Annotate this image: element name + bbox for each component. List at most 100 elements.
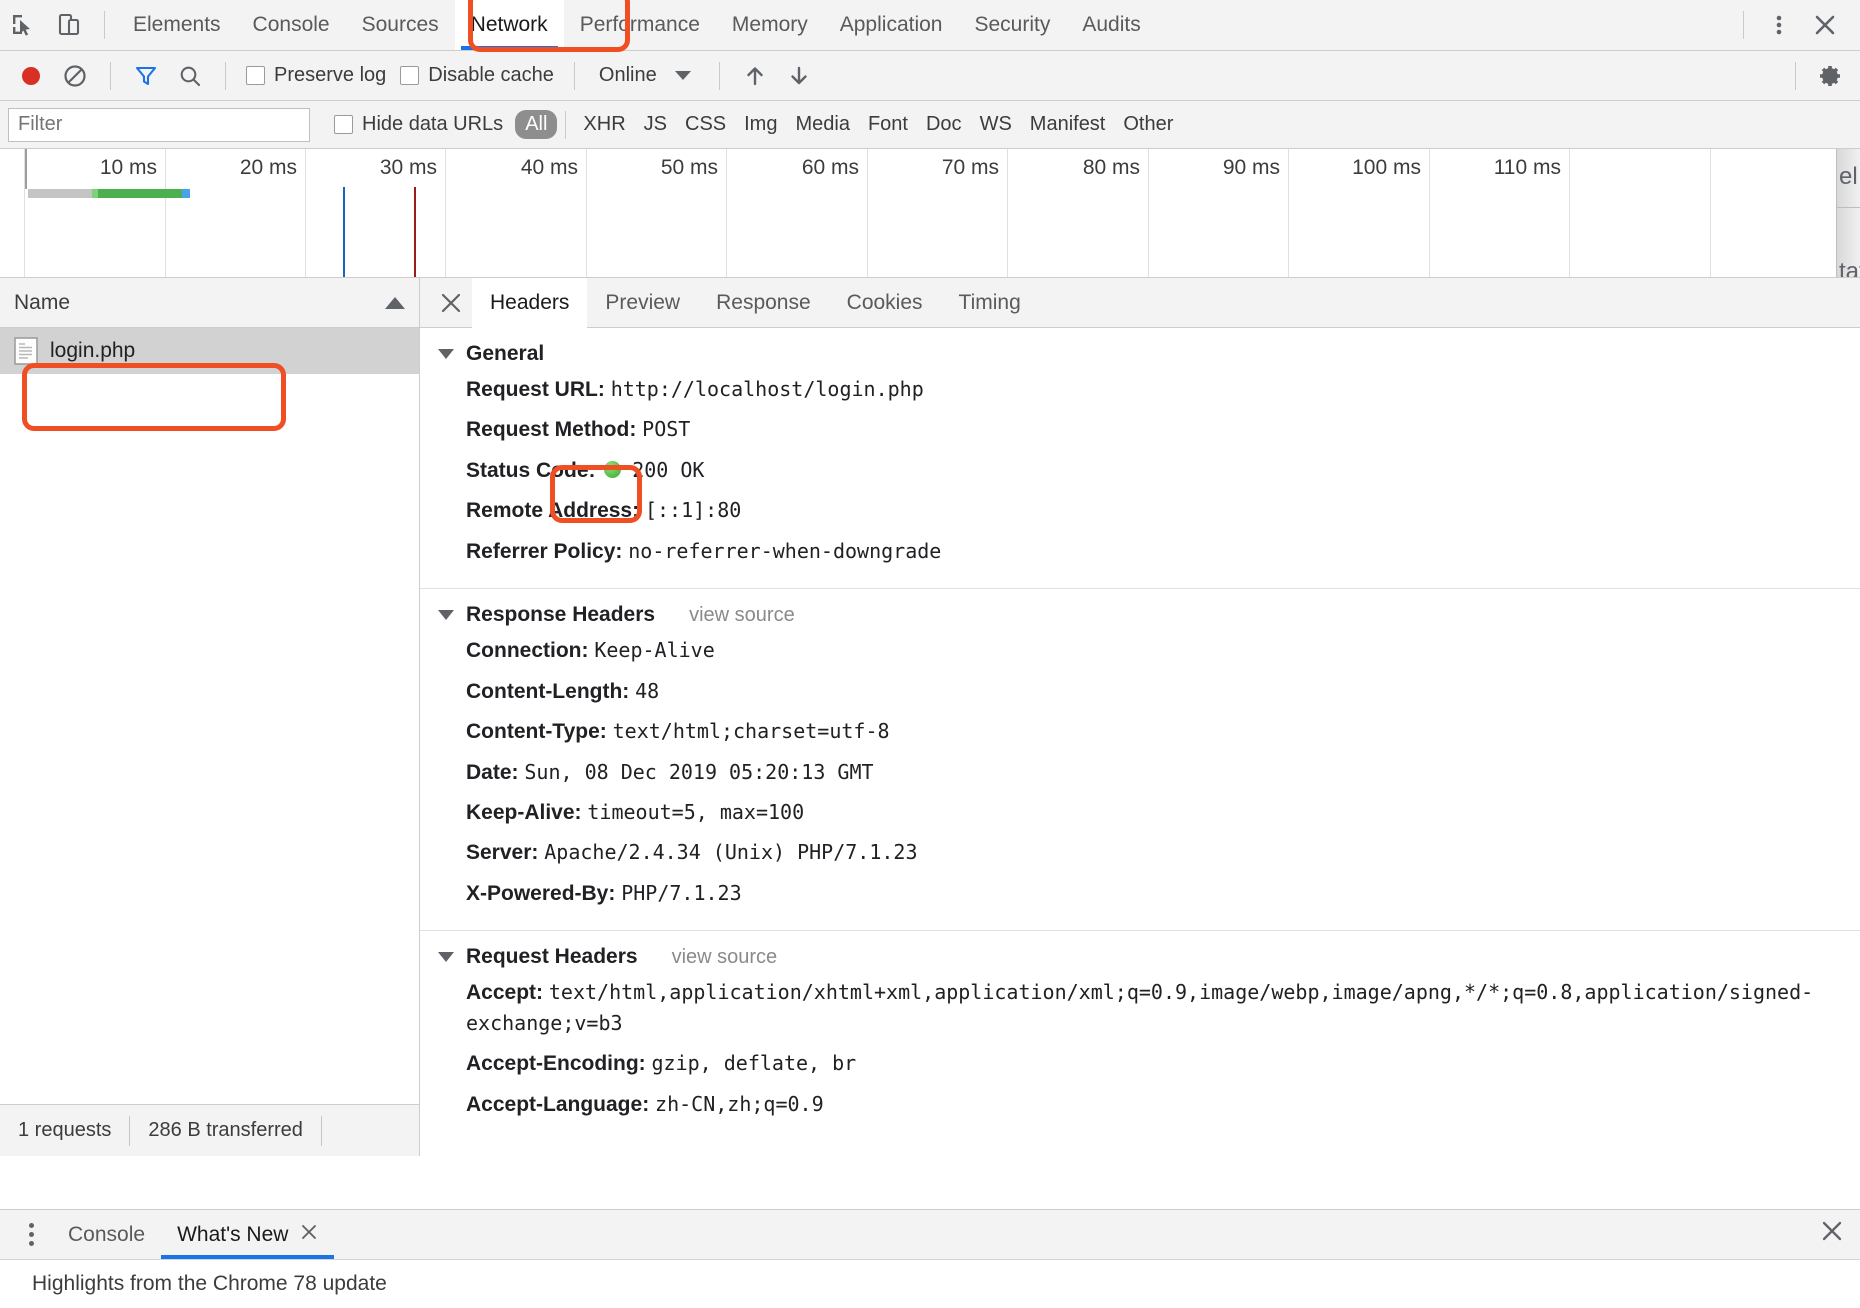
close-icon[interactable]	[1820, 1219, 1844, 1250]
header-value[interactable]: Keep-Alive	[594, 638, 714, 662]
checkbox-box	[246, 66, 265, 85]
filter-type-xhr[interactable]: XHR	[574, 111, 634, 138]
inspect-element-icon[interactable]	[0, 2, 46, 48]
close-icon[interactable]	[300, 1223, 318, 1247]
filter-type-all[interactable]: All	[515, 110, 558, 139]
section-request-headers: Request Headers view source Accept: text…	[420, 931, 1860, 1141]
tab-performance[interactable]: Performance	[564, 0, 716, 50]
filter-type-img[interactable]: Img	[735, 111, 786, 138]
more-vertical-icon[interactable]	[10, 1214, 52, 1256]
request-row-login-php[interactable]: login.php	[0, 328, 419, 374]
timeline-gridline	[726, 149, 727, 277]
timeline-tick-label: 80 ms	[1082, 156, 1140, 179]
header-value[interactable]: zh-CN,zh;q=0.9	[655, 1092, 824, 1116]
tab-security[interactable]: Security	[958, 0, 1066, 50]
requests-column-header[interactable]: Name	[0, 278, 419, 328]
filter-type-doc[interactable]: Doc	[917, 111, 971, 138]
status-divider	[320, 1115, 322, 1146]
filter-type-other[interactable]: Other	[1114, 111, 1182, 138]
sort-ascending-icon[interactable]	[385, 296, 405, 309]
drawer-tab-console[interactable]: Console	[52, 1211, 161, 1259]
import-har-icon[interactable]	[734, 55, 776, 97]
header-key: Status Code:	[466, 458, 596, 482]
timeline-gridline	[867, 149, 868, 277]
disable-cache-checkbox[interactable]: Disable cache	[394, 64, 560, 87]
section-header[interactable]: Request Headers view source	[420, 945, 1860, 973]
tab-label: Console	[252, 13, 330, 36]
header-key: Request URL:	[466, 378, 605, 401]
request-name-label: login.php	[50, 339, 136, 362]
tab-timing[interactable]: Timing	[941, 278, 1039, 328]
tab-memory[interactable]: Memory	[716, 0, 824, 50]
header-value[interactable]: no-referrer-when-downgrade	[628, 539, 941, 563]
filter-input[interactable]	[8, 107, 310, 142]
header-value[interactable]: gzip, deflate, br	[652, 1051, 857, 1075]
throttling-select[interactable]: Online	[589, 64, 667, 87]
header-value[interactable]: POST	[642, 417, 690, 441]
section-header[interactable]: General	[420, 342, 1860, 370]
header-value[interactable]: PHP/7.1.23	[621, 881, 741, 905]
clipped-label-top: el	[1839, 163, 1858, 190]
requests-list[interactable]: login.php	[0, 328, 419, 1104]
section-header[interactable]: Response Headers view source	[420, 603, 1860, 631]
tab-audits[interactable]: Audits	[1066, 0, 1156, 50]
close-icon[interactable]	[430, 282, 472, 324]
triangle-down-icon[interactable]	[438, 349, 454, 359]
triangle-down-icon[interactable]	[438, 610, 454, 621]
section-title: General	[466, 342, 545, 365]
hide-data-urls-checkbox[interactable]: Hide data URLs	[328, 113, 509, 136]
gear-icon[interactable]	[1808, 55, 1850, 97]
tab-cookies[interactable]: Cookies	[829, 278, 941, 328]
filter-type-ws[interactable]: WS	[971, 111, 1021, 138]
header-value[interactable]: http://localhost/login.php	[611, 377, 924, 401]
record-stop-icon[interactable]	[10, 55, 52, 97]
view-source-link[interactable]: view source	[672, 946, 778, 969]
tab-network[interactable]: Network	[454, 0, 564, 50]
filter-type-js[interactable]: JS	[635, 111, 676, 138]
document-icon	[14, 337, 38, 365]
header-value[interactable]: [::1]:80	[645, 498, 741, 522]
drawer-tab-whats-new[interactable]: What's New	[161, 1211, 335, 1259]
tab-console[interactable]: Console	[237, 0, 346, 50]
close-icon[interactable]	[1802, 2, 1848, 48]
drawer-content: Highlights from the Chrome 78 update	[0, 1259, 1860, 1308]
header-value[interactable]: 48	[635, 679, 659, 703]
header-value[interactable]: timeout=5, max=100	[587, 800, 804, 824]
timeline-tick-label: 70 ms	[941, 156, 999, 179]
more-vertical-icon[interactable]	[1756, 2, 1802, 48]
filter-funnel-icon[interactable]	[125, 55, 167, 97]
network-main-area: Name login.php 1 requests 286 B transfer…	[0, 277, 1860, 1156]
clipped-label-bottom: tat	[1837, 207, 1860, 277]
clear-icon[interactable]	[54, 55, 96, 97]
timeline-gridline	[1288, 149, 1289, 277]
tab-headers[interactable]: Headers	[472, 277, 588, 328]
headers-content[interactable]: General Request URL: http://localhost/lo…	[420, 328, 1860, 1156]
filter-type-css[interactable]: CSS	[676, 111, 735, 138]
network-overview-timeline[interactable]: 10 ms 20 ms 30 ms 40 ms 50 ms 60 ms 70 m…	[0, 149, 1860, 278]
tab-preview[interactable]: Preview	[587, 278, 698, 328]
header-value[interactable]: 200 OK	[632, 458, 704, 482]
header-row-content-length: Content-Length: 48	[420, 672, 1860, 712]
header-value[interactable]: Sun, 08 Dec 2019 05:20:13 GMT	[524, 760, 873, 784]
tab-sources[interactable]: Sources	[346, 0, 455, 50]
search-icon[interactable]	[169, 55, 211, 97]
header-value[interactable]: text/html,application/xhtml+xml,applicat…	[466, 980, 1813, 1034]
tab-elements[interactable]: Elements	[117, 0, 237, 50]
view-source-link[interactable]: view source	[689, 604, 795, 627]
network-toolbar: Preserve log Disable cache Online	[0, 51, 1860, 101]
timeline-tick-label: 100 ms	[1352, 156, 1421, 179]
tab-response[interactable]: Response	[698, 278, 829, 328]
tab-application[interactable]: Application	[824, 0, 959, 50]
header-value[interactable]: text/html;charset=utf-8	[613, 719, 890, 743]
filter-type-font[interactable]: Font	[859, 111, 917, 138]
header-value[interactable]: Apache/2.4.34 (Unix) PHP/7.1.23	[544, 840, 917, 864]
header-row-request-url: Request URL: http://localhost/login.php	[420, 370, 1860, 410]
filter-type-media[interactable]: Media	[786, 111, 858, 138]
export-har-icon[interactable]	[778, 55, 820, 97]
preserve-log-checkbox[interactable]: Preserve log	[240, 64, 392, 87]
chevron-down-icon[interactable]	[674, 71, 691, 80]
device-toolbar-icon[interactable]	[46, 2, 92, 48]
filter-type-manifest[interactable]: Manifest	[1021, 111, 1115, 138]
triangle-down-icon[interactable]	[438, 952, 454, 963]
bar-segment-download	[98, 189, 182, 198]
